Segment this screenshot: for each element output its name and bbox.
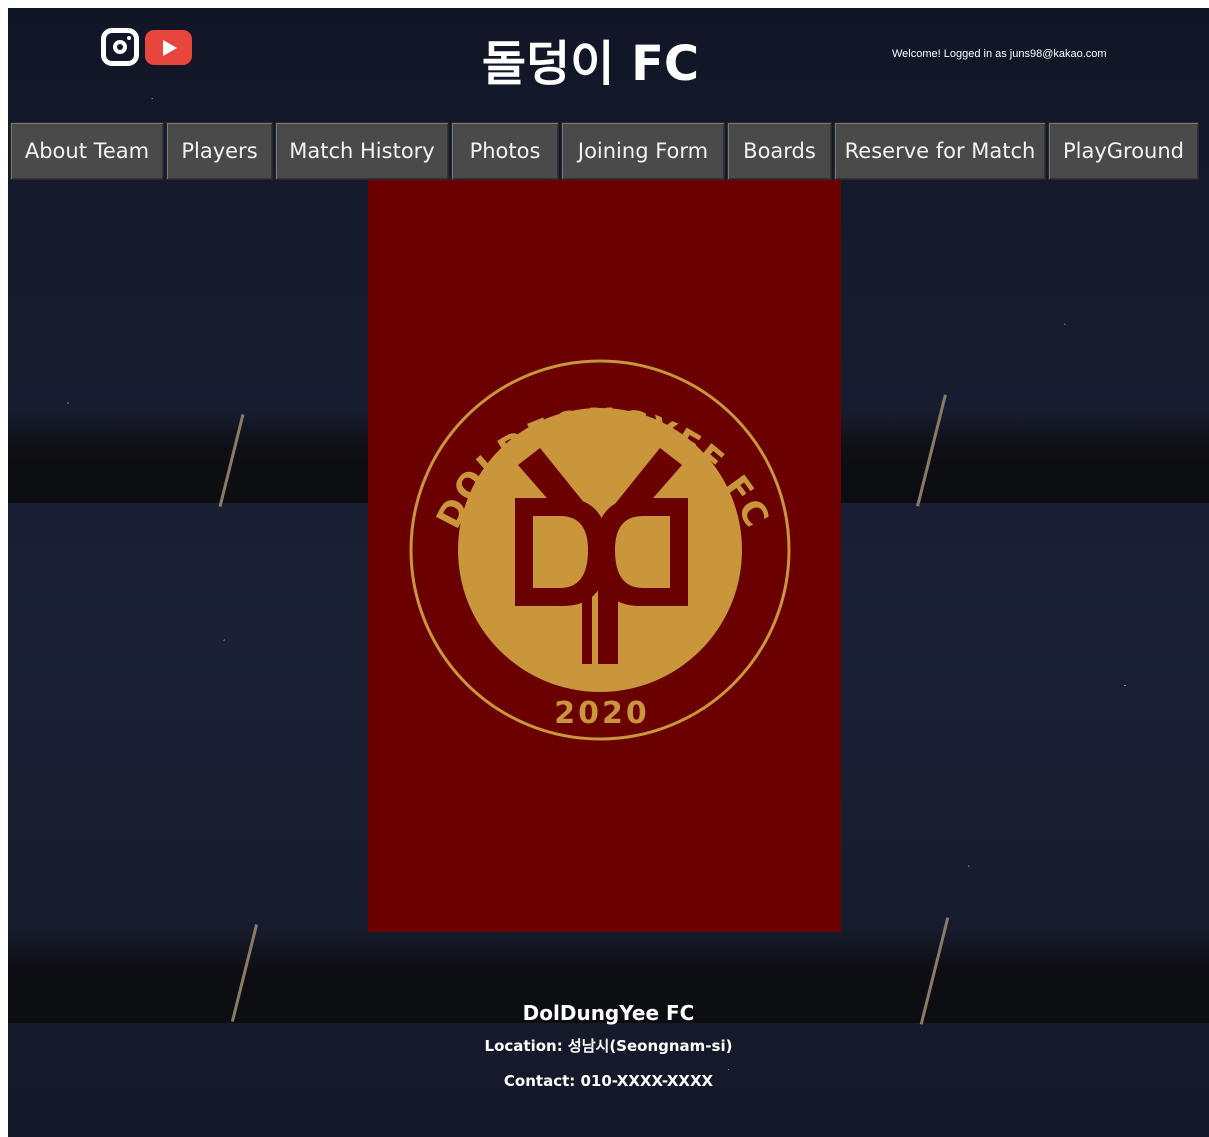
team-logo-panel: DOLDEONGYEE FC 2020: [368, 180, 841, 932]
crest-year: 2020: [554, 696, 650, 731]
hill-silhouette: [8, 408, 368, 503]
footer-location: Location: 성남시(Seongnam-si): [484, 1037, 733, 1055]
footer: DolDungYee FC Location: 성남시(Seongnam-si)…: [8, 998, 1209, 1091]
nav-photos[interactable]: Photos: [451, 122, 559, 180]
nav-players[interactable]: Players: [166, 122, 273, 180]
footer-contact: Contact: 010-XXXX-XXXX: [503, 1072, 714, 1090]
main-nav: About Team Players Match History Photos …: [10, 122, 1201, 180]
nav-reserve-for-match[interactable]: Reserve for Match: [834, 122, 1046, 180]
header: 돌덩이 FC Welcome! Logged in as juns98@kaka…: [8, 8, 1209, 120]
hill-silhouette: [841, 408, 1209, 503]
page-background: 돌덩이 FC Welcome! Logged in as juns98@kaka…: [8, 8, 1209, 1137]
team-crest: DOLDEONGYEE FC 2020: [409, 359, 791, 741]
nav-match-history[interactable]: Match History: [275, 122, 449, 180]
footer-team-name: DolDungYee FC: [522, 1001, 695, 1025]
welcome-message: Welcome! Logged in as juns98@kakao.com: [892, 48, 1107, 60]
nav-about-team[interactable]: About Team: [10, 122, 164, 180]
nav-playground[interactable]: PlayGround: [1048, 122, 1199, 180]
nav-boards[interactable]: Boards: [727, 122, 832, 180]
nav-joining-form[interactable]: Joining Form: [561, 122, 725, 180]
